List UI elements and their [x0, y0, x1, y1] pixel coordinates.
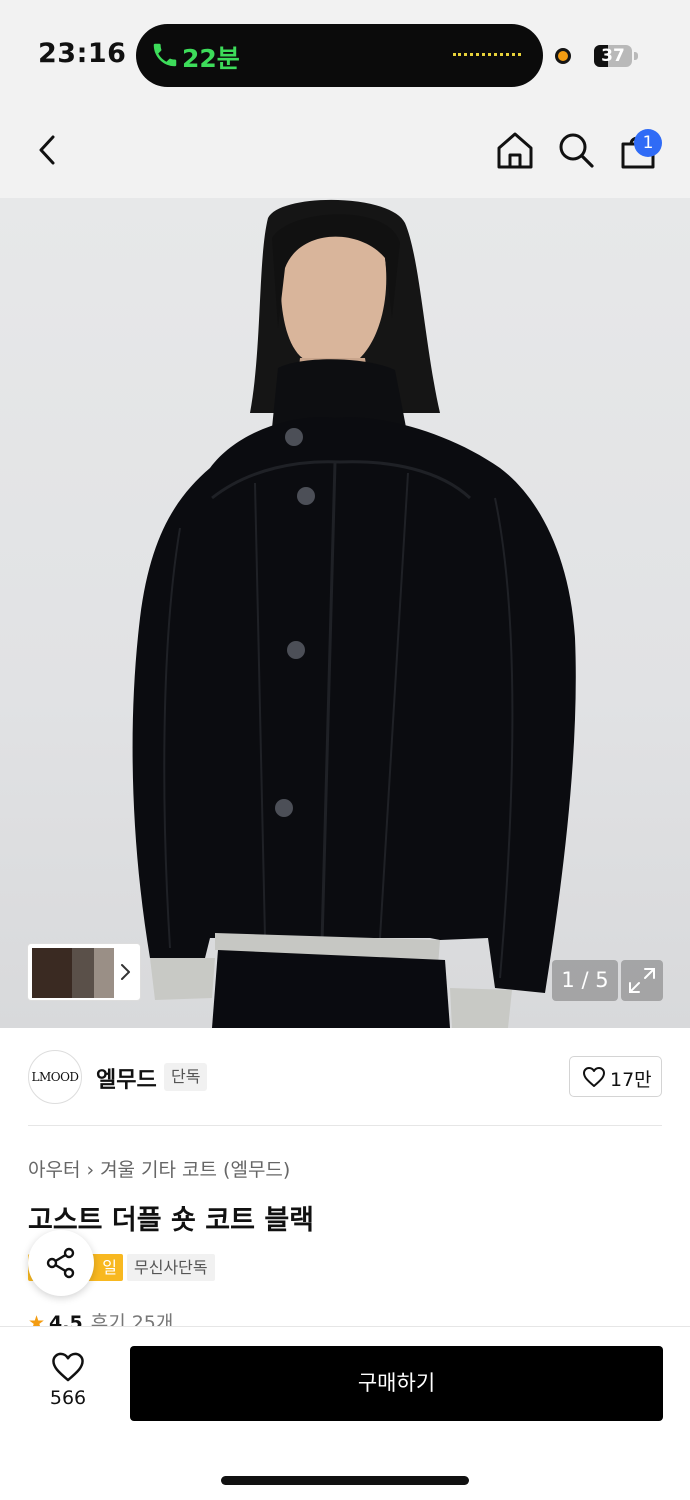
- thumbnail-image[interactable]: [94, 948, 114, 998]
- share-button[interactable]: [28, 1230, 94, 1296]
- top-navigation: [0, 100, 690, 198]
- brand-name[interactable]: 엘무드: [96, 1062, 157, 1094]
- recording-indicator-icon: [555, 48, 571, 64]
- breadcrumb-item[interactable]: 겨울 기타 코트 (엘무드): [100, 1159, 290, 1181]
- breadcrumb-item[interactable]: 아우터: [28, 1159, 80, 1181]
- brand-exclusive-tag: 단독: [164, 1063, 208, 1091]
- share-icon: [46, 1247, 75, 1279]
- battery-icon: 37: [594, 45, 632, 67]
- rating-row[interactable]: ★ 4.5 후기 25개: [28, 1308, 173, 1328]
- search-icon[interactable]: [554, 128, 598, 172]
- phone-icon: [153, 43, 177, 67]
- wishlist-button[interactable]: 566: [36, 1351, 100, 1417]
- bottom-action-bar: 566 구매하기: [0, 1326, 690, 1500]
- product-image[interactable]: 1 / 5: [0, 198, 690, 1028]
- audio-wave-icon: [453, 53, 521, 56]
- battery-percent: 37: [601, 46, 625, 66]
- heart-icon: [583, 1067, 605, 1087]
- status-bar: 23:16 22분 37: [0, 0, 690, 100]
- expand-icon[interactable]: [621, 960, 663, 1001]
- active-call-pill[interactable]: 22분: [136, 24, 543, 87]
- status-time: 23:16: [38, 38, 127, 69]
- home-indicator[interactable]: [221, 1476, 469, 1485]
- chevron-right-icon: ›: [86, 1159, 95, 1181]
- breadcrumb: 아우터 › 겨울 기타 코트 (엘무드): [28, 1155, 290, 1182]
- heart-icon: [52, 1352, 84, 1382]
- thumbnail-image[interactable]: [32, 948, 72, 998]
- brand-logo[interactable]: LMOOD: [28, 1050, 82, 1104]
- chevron-right-icon: [121, 964, 130, 980]
- thumbnail-image[interactable]: [72, 948, 94, 998]
- product-detail-screen: 23:16 22분 37 1 1 / 5 LMOOD 엘무드 단독 17만 아우…: [0, 0, 690, 1500]
- buy-button[interactable]: 구매하기: [130, 1346, 663, 1421]
- home-icon[interactable]: [493, 128, 537, 172]
- brand-like-count: 17만: [610, 1069, 652, 1091]
- product-photo-model: [132, 199, 576, 1028]
- battery-tip: [634, 52, 638, 60]
- brand-row: LMOOD 엘무드 단독 17만: [0, 1028, 690, 1126]
- back-chevron-icon[interactable]: [26, 128, 70, 172]
- image-counter: 1 / 5: [552, 960, 618, 1001]
- exclusive-badge: 무신사단독: [127, 1254, 215, 1281]
- thumbnail-strip[interactable]: [27, 943, 141, 1001]
- call-duration: 22분: [182, 44, 240, 73]
- wishlist-count: 566: [49, 1387, 87, 1409]
- brand-like-button[interactable]: 17만: [569, 1056, 662, 1097]
- divider: [28, 1125, 662, 1126]
- cart-count-badge: 1: [634, 129, 662, 157]
